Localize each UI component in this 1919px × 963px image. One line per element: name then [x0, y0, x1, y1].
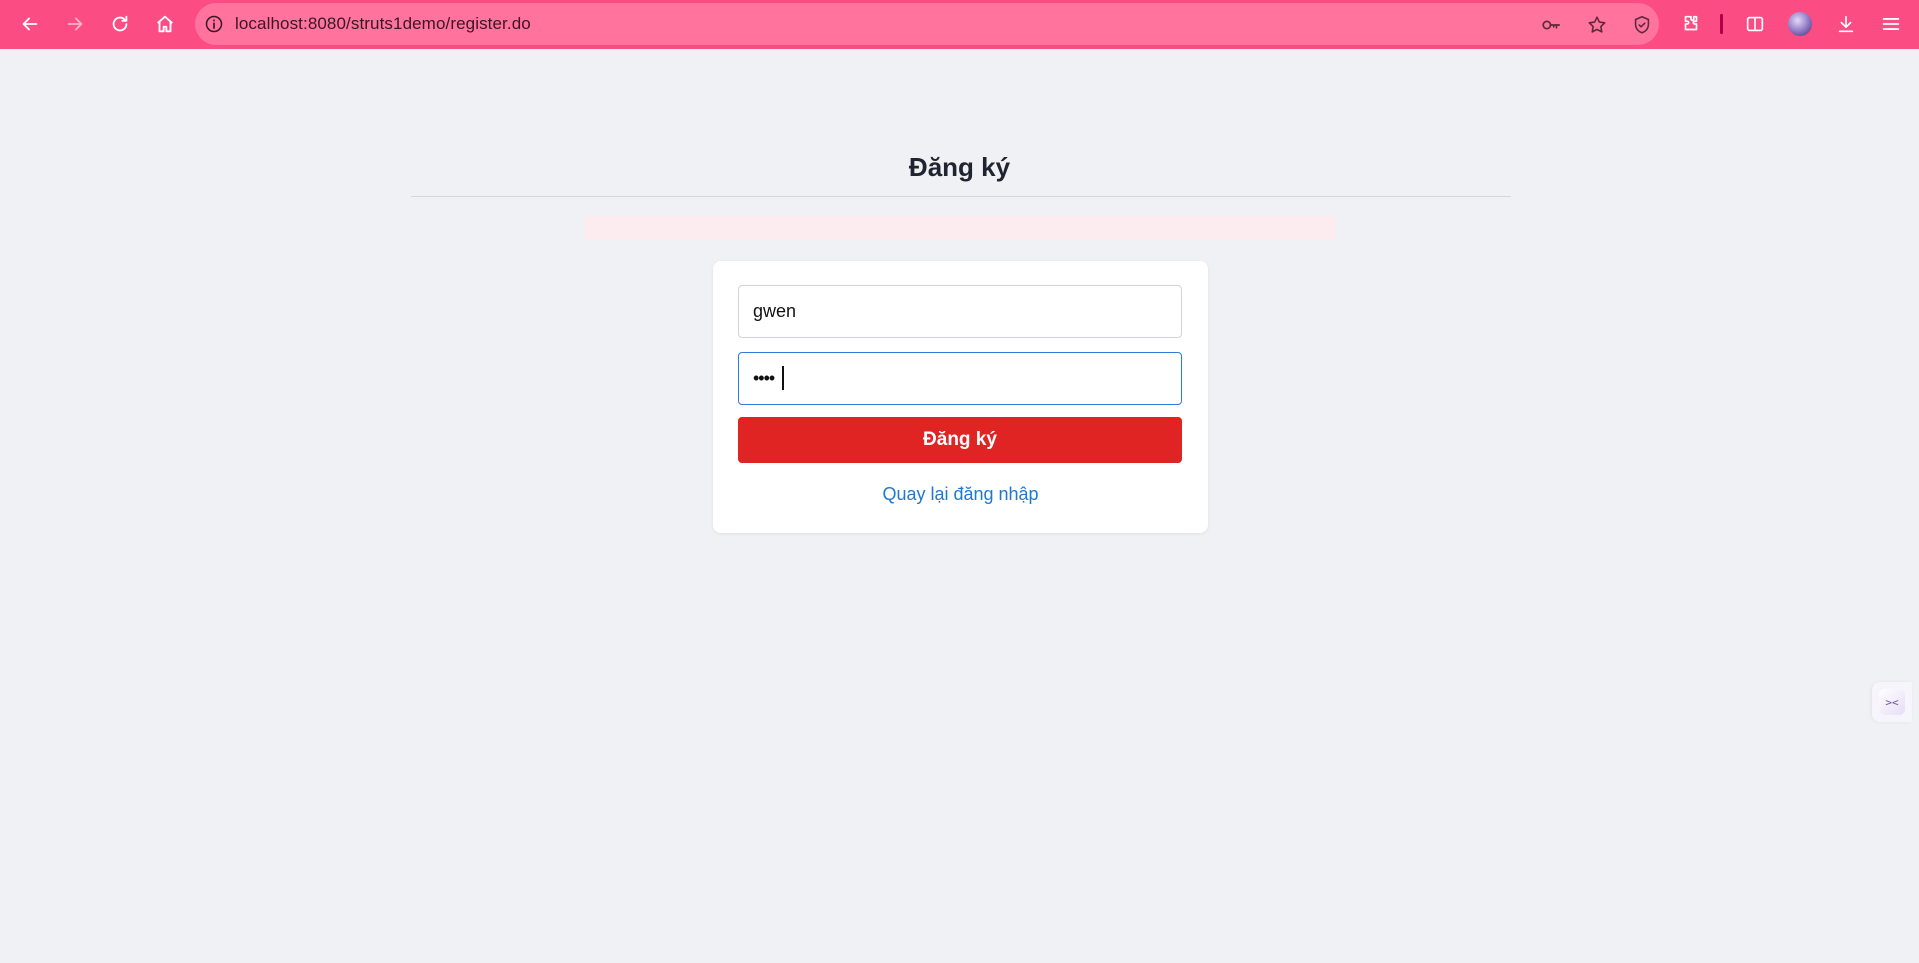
toolbar-divider [1720, 14, 1723, 34]
split-view-button[interactable] [1738, 7, 1772, 41]
page-title: Đăng ký [908, 152, 1011, 182]
extensions-button[interactable] [1674, 7, 1708, 41]
back-button[interactable] [13, 7, 47, 41]
password-mask: •••• [753, 368, 775, 388]
reload-button[interactable] [103, 7, 137, 41]
shield-extension-icon[interactable] [1630, 13, 1654, 37]
menu-button[interactable] [1874, 7, 1908, 41]
extensions-puzzle-icon [1684, 15, 1698, 31]
home-button[interactable] [148, 7, 182, 41]
side-widget-icon: >< [1879, 689, 1905, 715]
text-caret [782, 366, 784, 390]
profile-avatar[interactable] [1788, 12, 1812, 36]
password-input[interactable]: •••• [738, 352, 1182, 405]
download-icon [1838, 15, 1854, 33]
side-panel-widget[interactable]: >< [1872, 682, 1912, 722]
reload-icon [112, 15, 128, 32]
username-input[interactable] [738, 285, 1182, 338]
forward-icon [67, 17, 83, 31]
split-view-icon [1746, 16, 1764, 32]
url-text[interactable]: localhost:8080/struts1demo/register.do [235, 14, 531, 34]
back-icon [22, 17, 38, 31]
back-to-login-link[interactable]: Quay lại đăng nhập [713, 484, 1208, 505]
forward-button[interactable] [58, 7, 92, 41]
home-icon [157, 15, 173, 33]
menu-icon [1882, 18, 1900, 30]
bookmark-star-icon[interactable] [1585, 13, 1609, 37]
page-viewport: Đăng ký •••• Đăng ký Quay lại đăng nhập … [0, 49, 1919, 963]
password-key-icon[interactable] [1539, 13, 1563, 37]
title-divider [411, 196, 1511, 197]
browser-toolbar: localhost:8080/struts1demo/register.do [0, 0, 1919, 49]
site-info-icon[interactable] [203, 13, 225, 35]
register-form-card: •••• Đăng ký Quay lại đăng nhập [713, 261, 1208, 533]
address-bar[interactable]: localhost:8080/struts1demo/register.do [195, 3, 1659, 45]
register-button[interactable]: Đăng ký [738, 417, 1182, 463]
download-button[interactable] [1829, 7, 1863, 41]
error-message-box [584, 216, 1336, 240]
